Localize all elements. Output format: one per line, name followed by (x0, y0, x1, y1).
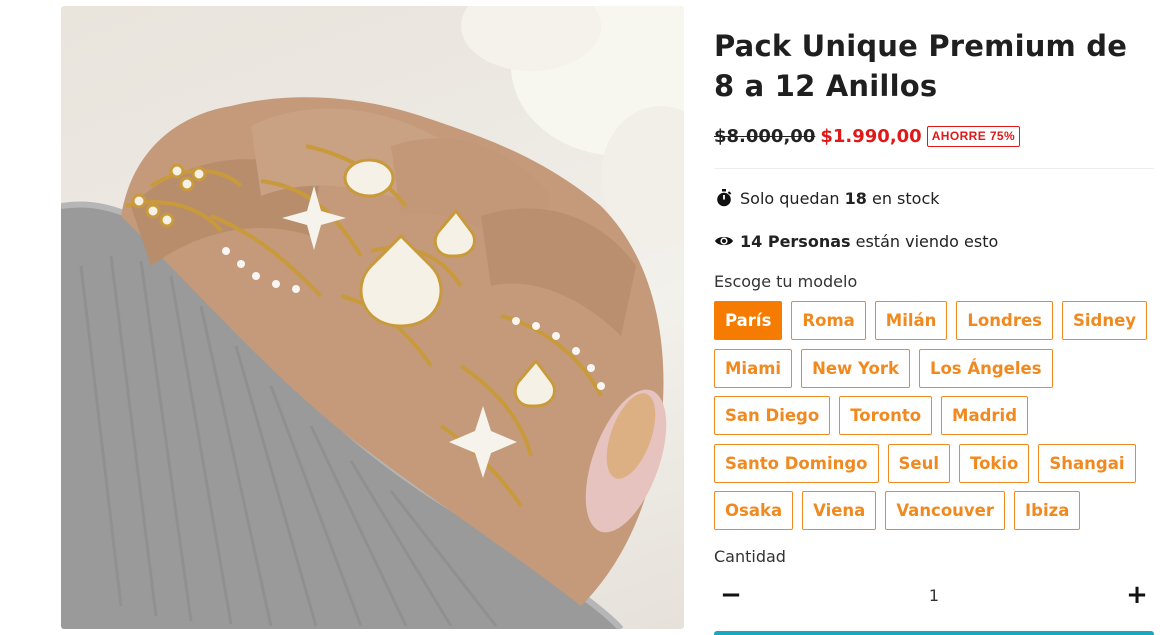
quantity-stepper: − 1 + (714, 578, 1154, 612)
model-option-button[interactable]: Osaka (714, 491, 794, 530)
stopwatch-icon (714, 188, 734, 208)
model-option-button[interactable]: Tokio (959, 443, 1030, 483)
stock-count: 18 (844, 188, 867, 208)
add-to-cart-button[interactable] (714, 631, 1154, 635)
model-option-button[interactable]: Sidney (1061, 301, 1148, 340)
model-option-button[interactable]: París (714, 301, 783, 340)
quantity-label: Cantidad (714, 547, 786, 566)
model-option-button[interactable]: Toronto (839, 396, 933, 435)
price-row: $8.000,00 $1.990,00 AHORRE 75% (714, 123, 1021, 149)
viewers-count: 14 Personas (740, 231, 851, 251)
model-option-button[interactable]: Vancouver (885, 491, 1006, 530)
original-price: $8.000,00 (714, 125, 816, 147)
viewers-suffix: están viendo esto (855, 231, 999, 251)
model-option-row: San Diego Toronto Madrid (714, 396, 1160, 435)
stock-prefix: Solo quedan (740, 188, 840, 208)
model-selector: París Roma Milán Londres Sidney Miami New York… (714, 301, 1160, 539)
model-option-button[interactable]: Madrid (941, 396, 1029, 435)
model-option-button[interactable]: New York (801, 348, 910, 388)
increase-quantity-button[interactable]: + (1120, 578, 1154, 612)
viewers-info: 14 Personas están viendo esto (714, 230, 998, 252)
sale-price: $1.990,00 (820, 125, 922, 147)
model-label: Escoge tu modelo (714, 272, 858, 291)
model-option-button[interactable]: Londres (956, 301, 1053, 340)
model-option-button[interactable]: Santo Domingo (714, 443, 879, 483)
model-option-button[interactable]: Los Ángeles (918, 348, 1053, 388)
stock-suffix: en stock (871, 188, 940, 208)
model-option-button[interactable]: Shangai (1038, 443, 1136, 483)
decrease-quantity-button[interactable]: − (714, 578, 748, 612)
rings-on-hand-illustration (61, 6, 684, 629)
model-option-button[interactable]: Milán (874, 301, 948, 340)
model-option-button[interactable]: Viena (802, 491, 877, 530)
discount-badge: AHORRE 75% (926, 125, 1021, 147)
model-option-button[interactable]: Ibiza (1014, 491, 1081, 530)
divider (714, 168, 1154, 169)
model-option-row: Osaka Viena Vancouver Ibiza (714, 491, 1160, 530)
stock-info: Solo quedan 18 en stock (714, 187, 940, 209)
model-option-button[interactable]: Seul (887, 443, 950, 483)
model-option-row: Miami New York Los Ángeles (714, 348, 1160, 388)
quantity-value[interactable]: 1 (748, 586, 1120, 605)
model-option-row: París Roma Milán Londres Sidney (714, 301, 1160, 340)
product-image (61, 6, 684, 629)
model-option-button[interactable]: Miami (714, 348, 793, 388)
model-option-row: Santo Domingo Seul Tokio Shangai (714, 443, 1160, 483)
model-option-button[interactable]: San Diego (714, 396, 831, 435)
product-title: Pack Unique Premium de 8 a 12 Anillos (714, 29, 1128, 103)
model-option-button[interactable]: Roma (791, 301, 866, 340)
eye-icon (714, 231, 734, 251)
